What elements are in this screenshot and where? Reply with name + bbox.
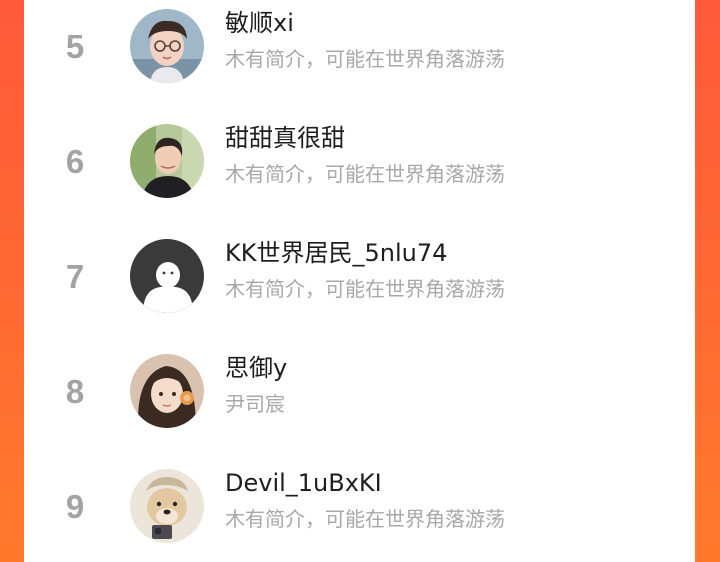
ranking-list-panel: 5 敏顺xi 木有简介，可能在世界角落游荡 6 甜甜真很甜 木有简介，可能在世界…	[24, 0, 695, 562]
user-avatar[interactable]	[130, 239, 204, 313]
rank-number: 8	[65, 373, 85, 410]
user-avatar[interactable]	[130, 354, 204, 428]
user-bio: 木有简介，可能在世界角落游荡	[225, 47, 505, 71]
rank-number: 9	[65, 488, 85, 525]
ranking-list-item[interactable]: 5 敏顺xi 木有简介，可能在世界角落游荡	[24, 0, 695, 115]
user-name[interactable]: 甜甜真很甜	[225, 123, 345, 153]
avatar-photo-girl-headphones-icon	[130, 354, 204, 428]
ranking-list-item[interactable]: 7 KK世界居民_5nlu74 木有简介，可能在世界角落游荡	[24, 230, 695, 345]
user-bio: 木有简介，可能在世界角落游荡	[225, 162, 505, 186]
avatar-photo-dog-icon	[130, 469, 204, 543]
avatar-photo-boy-glasses-icon	[130, 9, 204, 83]
user-name[interactable]: 思御y	[225, 353, 287, 383]
user-name[interactable]: 敏顺xi	[225, 8, 294, 38]
user-bio: 木有简介，可能在世界角落游荡	[225, 277, 505, 301]
ranking-list-item[interactable]: 6 甜甜真很甜 木有简介，可能在世界角落游荡	[24, 115, 695, 230]
user-name[interactable]: KK世界居民_5nlu74	[225, 238, 447, 268]
user-avatar[interactable]	[130, 124, 204, 198]
rank-number: 6	[65, 143, 85, 180]
avatar-photo-boy-outdoor-icon	[130, 124, 204, 198]
user-bio: 木有简介，可能在世界角落游荡	[225, 507, 505, 531]
user-name[interactable]: Devil_1uBxKI	[225, 468, 382, 498]
user-avatar[interactable]	[130, 469, 204, 543]
rank-number: 5	[65, 28, 85, 65]
user-bio: 尹司宸	[225, 392, 285, 416]
rank-number: 7	[65, 258, 85, 295]
user-avatar[interactable]	[130, 9, 204, 83]
default-user-icon	[130, 239, 204, 313]
ranking-list-item[interactable]: 8 思御y 尹司宸	[24, 345, 695, 460]
ranking-list-item[interactable]: 9 Devil_1uBxKI 木有简介，可能在世界角落游荡	[24, 460, 695, 562]
